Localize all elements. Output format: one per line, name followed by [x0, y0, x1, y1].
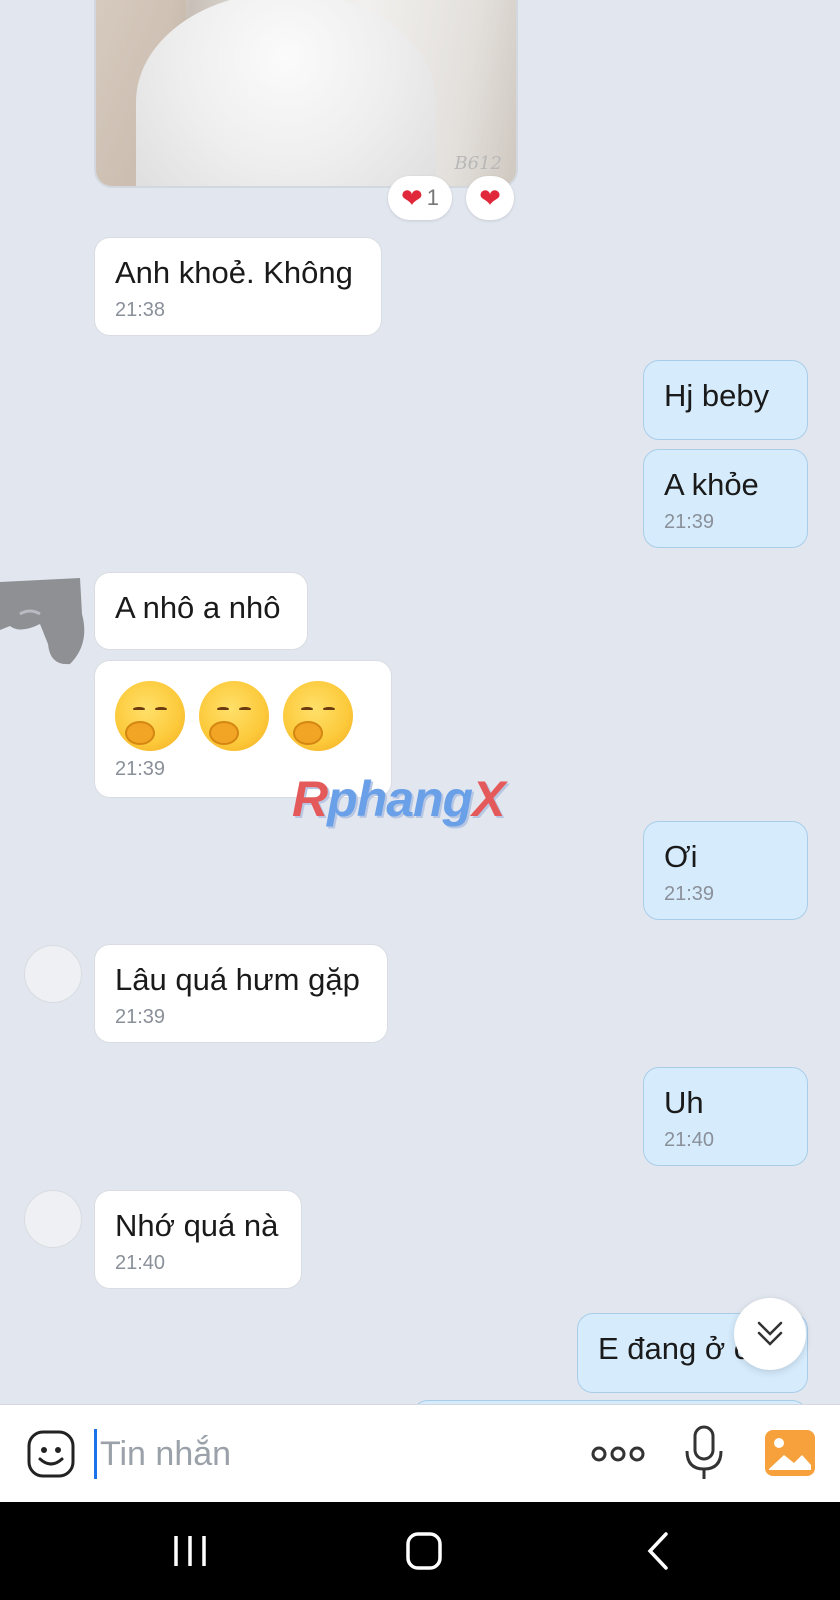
photo-message[interactable]: B612 [94, 0, 518, 188]
image-gallery-icon[interactable] [764, 1429, 816, 1477]
avatar[interactable] [24, 945, 82, 1003]
react-heart-button[interactable]: ❤ [466, 176, 514, 220]
message-text: Uh [664, 1085, 704, 1120]
message-bubble[interactable]: Hj beby [643, 360, 808, 440]
avatar[interactable] [24, 1190, 82, 1248]
message-bubble[interactable]: Nhớ quá nà 21:40 [94, 1190, 302, 1289]
sender-avatar-redacted [0, 578, 85, 665]
message-text: Hj beby [664, 378, 770, 413]
message-time: 21:40 [115, 1252, 166, 1274]
site-watermark: RphangX [292, 771, 505, 827]
message-time: 21:40 [664, 1129, 715, 1151]
message-composer [0, 1404, 840, 1502]
message-text: E đang ở c [598, 1331, 750, 1366]
message-time: 21:39 [664, 883, 715, 905]
message-text: Anh khoẻ. Không [115, 255, 353, 290]
double-chevron-down-icon [757, 1321, 783, 1346]
text-cursor [94, 1429, 97, 1479]
microphone-icon[interactable] [682, 1425, 726, 1481]
message-bubble[interactable]: Ơi 21:39 [643, 821, 808, 920]
message-bubble[interactable]: Uh 21:40 [643, 1067, 808, 1166]
home-icon[interactable] [394, 1528, 454, 1574]
emoji-row [115, 677, 371, 751]
photo-subject [136, 0, 436, 186]
heart-icon: ❤ [479, 183, 501, 213]
message-bubble[interactable]: Anh khoẻ. Không 21:38 [94, 237, 382, 336]
message-text: Lâu quá hưm gặp [115, 962, 360, 997]
hand-over-mouth-emoji-icon [199, 681, 269, 751]
chat-area[interactable]: B612 ❤ 1 ❤ Anh khoẻ. Không 21:38 Hj beby… [0, 0, 840, 1404]
scroll-to-bottom-button[interactable] [734, 1298, 806, 1370]
message-time: 21:39 [115, 1006, 166, 1028]
hand-over-mouth-emoji-icon [115, 681, 185, 751]
photo-watermark: B612 [454, 153, 502, 174]
heart-icon: ❤ [400, 183, 423, 213]
message-text: A nhô a nhô [115, 590, 281, 625]
reaction-count: 1 [426, 185, 440, 210]
system-navigation-bar [0, 1502, 840, 1600]
recent-apps-icon[interactable] [160, 1528, 220, 1574]
message-time: 21:39 [664, 511, 715, 533]
message-time: 21:38 [115, 299, 166, 321]
message-input[interactable] [100, 1432, 540, 1476]
reaction-heart-count[interactable]: ❤ 1 [388, 176, 452, 220]
sticker-icon[interactable] [26, 1429, 76, 1479]
message-text: Ơi [664, 839, 698, 874]
more-options-icon[interactable] [590, 1439, 646, 1469]
message-bubble[interactable]: Lâu quá hưm gặp 21:39 [94, 944, 388, 1043]
back-icon[interactable] [630, 1528, 690, 1574]
message-bubble[interactable]: A khỏe 21:39 [643, 449, 808, 548]
message-text: A khỏe [664, 467, 759, 502]
message-bubble[interactable]: A nhô a nhô [94, 572, 308, 650]
message-text: Nhớ quá nà [115, 1208, 279, 1243]
hand-over-mouth-emoji-icon [283, 681, 353, 751]
